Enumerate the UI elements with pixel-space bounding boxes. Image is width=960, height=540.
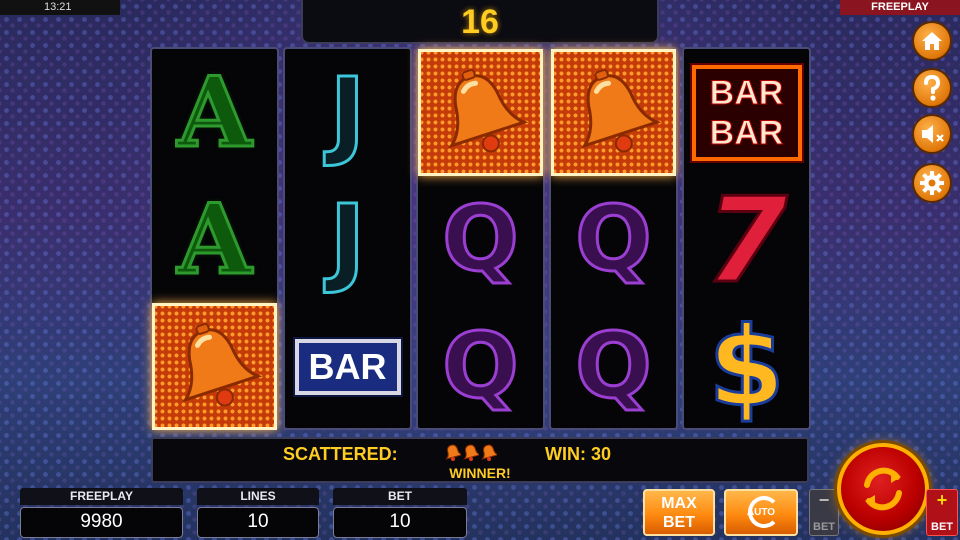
bell-icon <box>445 444 461 461</box>
win-info-bar: SCATTERED: WIN: 30 WINNER! <box>151 437 809 483</box>
clock: 13:21 <box>0 0 120 15</box>
reel-2: J J BAR <box>283 47 412 430</box>
help-button[interactable] <box>912 68 952 108</box>
reel-symbol-queen: Q <box>441 313 520 419</box>
scattered-label: SCATTERED: <box>283 444 398 464</box>
sound-button[interactable] <box>912 114 952 154</box>
sound-muted-icon <box>922 125 944 143</box>
winner-message: WINNER! <box>449 465 511 481</box>
home-button[interactable] <box>912 21 952 61</box>
bell-icon <box>463 444 479 461</box>
reel-symbol-ace: A <box>176 182 254 296</box>
reel-symbol-bar: BAR <box>285 303 410 430</box>
reel-symbol-queen: Q <box>574 313 653 419</box>
reel-symbol-dollar: $ <box>707 302 787 431</box>
reel-symbol-bell-highlighted <box>551 49 676 176</box>
reel-symbol-jack: J <box>328 183 367 296</box>
bell-icon <box>181 322 262 406</box>
spin-arrows-icon <box>864 467 902 511</box>
reel-4: Q Q <box>549 47 678 430</box>
bet-value: 10 <box>333 507 467 538</box>
lines-display: LINES 10 <box>197 488 319 538</box>
bet-decrease-button[interactable]: − BET <box>809 489 839 536</box>
reel-symbol-ace: A <box>176 55 254 169</box>
settings-icon <box>920 171 944 195</box>
reel-symbol-bell-highlighted <box>418 49 543 176</box>
bet-increase-button[interactable]: + BET <box>926 489 958 536</box>
reel-symbol-queen: Q <box>441 186 520 292</box>
reel-5: BAR BAR 7 $ <box>682 47 811 430</box>
settings-button[interactable] <box>912 163 952 203</box>
spin-button[interactable] <box>837 443 929 535</box>
mode-badge: FREEPLAY <box>840 0 960 15</box>
home-icon <box>922 32 942 50</box>
reel-symbol-double-bar: BAR BAR <box>684 49 809 176</box>
win-amount: WIN: 30 <box>545 444 612 464</box>
reel-3: Q Q <box>416 47 545 430</box>
reel-symbol-jack: J <box>328 56 367 169</box>
reels-area: A A J J BAR Q Q Q Q BAR BAR 7 $ <box>150 47 811 430</box>
freeplay-balance: FREEPLAY 9980 <box>20 488 183 538</box>
autoplay-button[interactable]: AUTO <box>724 489 798 536</box>
freeplay-value: 9980 <box>20 507 183 538</box>
reel-symbol-queen: Q <box>574 186 653 292</box>
scatter-symbols <box>445 443 497 461</box>
help-icon <box>924 75 941 101</box>
bell-icon <box>580 68 661 152</box>
lines-value: 10 <box>197 507 319 538</box>
bet-display: BET 10 <box>333 488 467 538</box>
bell-icon <box>447 68 528 152</box>
reel-symbol-bell-highlighted <box>152 303 277 430</box>
bell-icon <box>481 444 497 461</box>
win-counter-display: 16 <box>301 0 659 44</box>
reel-1: A A <box>150 47 279 430</box>
reel-symbol-seven: 7 <box>704 170 789 309</box>
max-bet-button[interactable]: MAX BET <box>643 489 715 536</box>
